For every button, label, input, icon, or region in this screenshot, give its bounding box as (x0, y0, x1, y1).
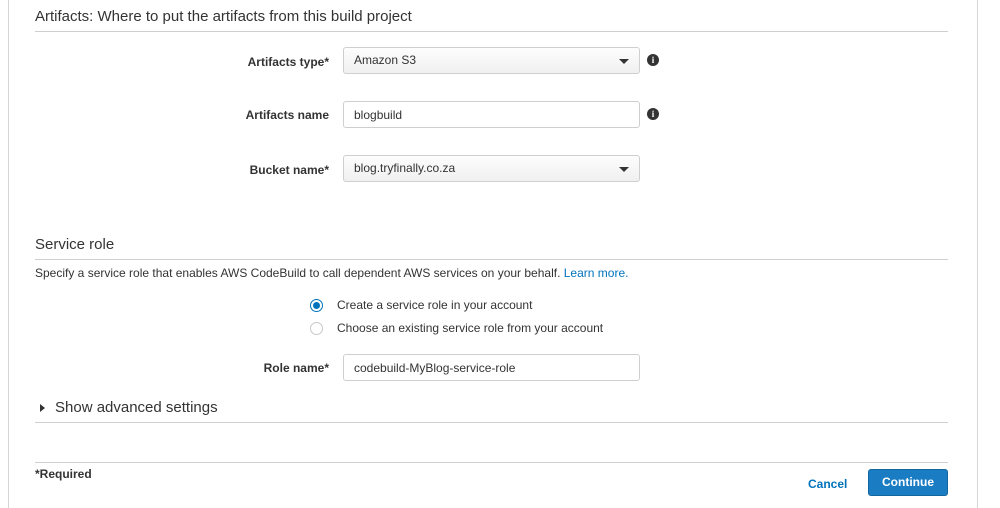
advanced-settings-toggle[interactable]: Show advanced settings (40, 399, 218, 416)
continue-button[interactable]: Continue (868, 469, 948, 496)
artifacts-type-label: Artifacts type* (247, 55, 329, 69)
service-role-description-text: Specify a service role that enables AWS … (35, 266, 561, 280)
info-icon[interactable]: i (647, 54, 659, 66)
cancel-button[interactable]: Cancel (808, 477, 847, 491)
build-project-panel (8, 0, 978, 508)
artifacts-name-input[interactable] (343, 101, 640, 128)
radio-button-unchecked[interactable] (310, 321, 323, 335)
artifacts-type-select[interactable]: Amazon S3 (343, 47, 640, 74)
required-note: *Required (35, 467, 92, 481)
artifacts-divider (35, 31, 948, 32)
radio-create-role[interactable]: Create a service role in your account (310, 298, 532, 312)
artifacts-name-label: Artifacts name (245, 108, 329, 122)
service-role-divider (35, 259, 948, 260)
bucket-name-value: blog.tryfinally.co.za (354, 161, 456, 175)
role-name-input[interactable] (343, 354, 640, 381)
service-role-description: Specify a service role that enables AWS … (35, 266, 628, 280)
role-name-label: Role name* (263, 361, 329, 375)
footer-divider (35, 462, 948, 463)
bucket-name-label: Bucket name* (249, 163, 329, 177)
chevron-down-icon (619, 167, 629, 172)
chevron-down-icon (619, 59, 629, 64)
bucket-name-select[interactable]: blog.tryfinally.co.za (343, 155, 640, 182)
artifacts-type-value: Amazon S3 (354, 53, 417, 67)
advanced-settings-label: Show advanced settings (55, 399, 218, 416)
artifacts-section-title: Artifacts: Where to put the artifacts fr… (35, 8, 412, 25)
info-icon[interactable]: i (647, 108, 659, 120)
caret-right-icon (40, 403, 45, 412)
service-role-section-title: Service role (35, 236, 115, 253)
radio-button-checked[interactable] (310, 298, 323, 312)
radio-create-role-label: Create a service role in your account (337, 298, 533, 312)
radio-existing-role-label: Choose an existing service role from you… (337, 321, 604, 335)
learn-more-link[interactable]: Learn more. (564, 266, 629, 280)
radio-existing-role[interactable]: Choose an existing service role from you… (310, 321, 603, 335)
advanced-divider (35, 422, 948, 423)
